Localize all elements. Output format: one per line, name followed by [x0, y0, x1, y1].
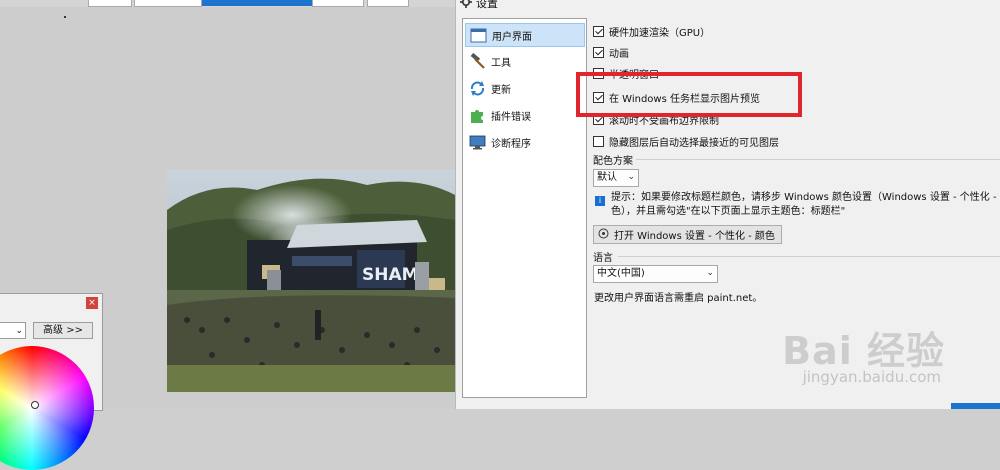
highlight-box — [576, 72, 802, 117]
color-hint-line: 提示：如果要修改标题栏颜色，请移步 Windows 颜色设置（Windows 设… — [611, 192, 1000, 203]
color-scheme-select[interactable]: 默认 ⌄ — [593, 169, 639, 187]
option-label: 隐藏图层后自动选择最接近的可见图层 — [609, 137, 779, 149]
button-label: 打开 Windows 设置 - 个性化 - 颜色 — [614, 231, 775, 242]
chevron-down-icon: ⌄ — [15, 326, 23, 336]
toolbar-field[interactable] — [312, 0, 364, 7]
language-label: 语言 — [593, 253, 613, 264]
checkbox-checked[interactable] — [593, 25, 604, 37]
nav-item-tools[interactable]: 工具 — [465, 49, 585, 73]
refresh-icon — [469, 80, 486, 97]
settings-dialog: 设置 用户界面 工具 更新 插件错误 诊断程序 硬件加速渲染（GPU） 动画 半… — [455, 0, 1000, 409]
top-toolbar — [0, 0, 455, 7]
canvas-area[interactable]: SHAM × ⌄ 高级 >> — [0, 0, 455, 470]
color-scheme-label: 配色方案 — [593, 156, 633, 167]
canvas-dot — [64, 16, 66, 18]
color-wheel[interactable] — [0, 346, 94, 470]
nav-item-updates[interactable]: 更新 — [465, 76, 585, 100]
nav-item-ui[interactable]: 用户界面 — [465, 23, 585, 47]
nav-item-plugin-errors[interactable]: 插件错误 — [465, 103, 585, 127]
concert-photo[interactable]: SHAM — [167, 170, 455, 392]
nav-item-label: 更新 — [491, 84, 511, 96]
color-scheme-value: 默认 — [597, 172, 617, 183]
option-gpu[interactable]: 硬件加速渲染（GPU） — [593, 23, 710, 39]
color-wheel-handle[interactable] — [31, 401, 39, 409]
toolbar-field[interactable] — [134, 0, 202, 7]
option-auto-select-layer[interactable]: 隐藏图层后自动选择最接近的可见图层 — [593, 133, 779, 149]
language-value: 中文(中国) — [597, 268, 645, 279]
svg-text:SHAM: SHAM — [362, 265, 419, 285]
chevron-down-icon: ⌄ — [706, 268, 714, 278]
monitor-icon — [469, 134, 486, 151]
option-animation[interactable]: 动画 — [593, 44, 629, 60]
dialog-ok-button[interactable] — [951, 403, 1000, 409]
nav-item-label: 诊断程序 — [491, 138, 531, 150]
language-select[interactable]: 中文(中国) ⌄ — [593, 265, 718, 283]
checkbox-checked[interactable] — [593, 46, 604, 58]
toolbar-active-tab[interactable] — [202, 0, 312, 6]
color-mode-select[interactable]: ⌄ — [0, 322, 26, 339]
nav-item-label: 用户界面 — [492, 31, 532, 43]
info-icon: i — [595, 196, 605, 206]
gear-icon — [460, 0, 472, 11]
chevron-down-icon: ⌄ — [627, 172, 635, 182]
toolbar-field[interactable] — [367, 0, 409, 7]
external-settings-icon — [598, 228, 609, 242]
toolbar-field[interactable] — [88, 0, 132, 7]
color-picker-window: × ⌄ 高级 >> — [0, 293, 103, 470]
settings-nav: 用户界面 工具 更新 插件错误 诊断程序 — [462, 18, 587, 398]
advanced-button[interactable]: 高级 >> — [33, 322, 93, 339]
dialog-title-text: 设置 — [476, 0, 498, 10]
hammer-icon — [469, 52, 486, 70]
nav-item-label: 插件错误 — [491, 111, 531, 123]
nav-item-diagnostics[interactable]: 诊断程序 — [465, 130, 585, 154]
watermark-url: jingyan.baidu.com — [802, 368, 941, 386]
puzzle-icon — [469, 107, 486, 124]
watermark-logo: Bai 经验 — [782, 329, 945, 373]
window-icon — [470, 27, 487, 44]
option-label: 动画 — [609, 48, 629, 60]
language-restart-note: 更改用户界面语言需重启 paint.net。 — [594, 293, 763, 304]
color-hint-line: 色），并且需勾选"在以下页面上显示主题色：标题栏" — [611, 206, 846, 217]
separator — [636, 159, 1000, 160]
concert-photo-image: SHAM — [167, 170, 455, 392]
option-label: 硬件加速渲染（GPU） — [609, 27, 711, 39]
nav-item-label: 工具 — [491, 57, 511, 69]
separator — [618, 256, 1000, 257]
close-button[interactable]: × — [86, 297, 98, 309]
color-hint: 提示：如果要修改标题栏颜色，请移步 Windows 颜色设置（Windows 设… — [611, 191, 1000, 219]
open-windows-color-settings-button[interactable]: 打开 Windows 设置 - 个性化 - 颜色 — [593, 225, 782, 244]
dialog-title: 设置 — [460, 0, 498, 10]
checkbox-unchecked[interactable] — [593, 135, 604, 147]
